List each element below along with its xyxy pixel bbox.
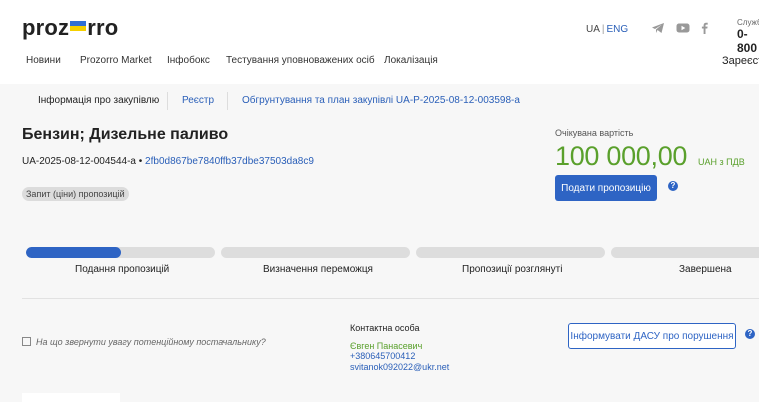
tender-title: Бензин; Дизельне паливо — [22, 126, 229, 143]
tender-id: UA-2025-08-12-004544-a — [22, 156, 136, 167]
contact-name: Євген Панасевич — [350, 341, 423, 351]
id-bullet: • — [138, 156, 143, 167]
tender-hash-link[interactable]: 2fb0d867be7840ffb37dbe37503da8c9 — [145, 156, 314, 167]
step-label-submission: Подання пропозицій — [75, 264, 170, 275]
expected-value-unit: UAH з ПДВ — [698, 157, 745, 167]
nav-prozorro-market[interactable]: Prozorro Market — [80, 55, 152, 66]
step-bar-submission — [26, 247, 215, 258]
nav-infobox[interactable]: Інфобокс — [167, 55, 210, 66]
tab-divider — [227, 92, 228, 110]
external-link-icon — [22, 337, 31, 346]
tab-registry[interactable]: Реєстр — [182, 90, 214, 111]
telegram-icon[interactable] — [651, 22, 665, 34]
expected-value: 100 000,00 — [555, 141, 688, 171]
lang-separator: | — [601, 24, 605, 35]
support-phone[interactable]: 0-800 — [737, 27, 759, 55]
supplier-attention-text: На що звернути увагу потенційному постач… — [36, 337, 266, 347]
nav-testing[interactable]: Тестування уповноважених осіб — [226, 55, 375, 66]
logo-text-start: proz — [22, 15, 70, 40]
tab-procurement-info[interactable]: Інформація про закупівлю — [38, 90, 159, 111]
help-icon[interactable]: ? — [745, 329, 755, 339]
contact-phone[interactable]: +380645700412 — [350, 351, 415, 361]
tender-progress-steps: Подання пропозицій Визначення переможця … — [26, 247, 759, 287]
procedure-type-badge: Запит (ціни) пропозицій — [22, 187, 129, 201]
step-fill-submission — [26, 247, 121, 258]
tab-divider — [167, 92, 168, 110]
nav-localization[interactable]: Локалізація — [384, 55, 438, 66]
nav-news[interactable]: Новини — [26, 55, 61, 66]
register-link[interactable]: Зареєст — [722, 55, 759, 67]
content-card — [22, 393, 120, 402]
step-label-completed: Завершена — [679, 264, 732, 275]
youtube-icon[interactable] — [676, 22, 690, 34]
tender-identifier: UA-2025-08-12-004544-a • 2fb0d867be7840f… — [22, 156, 314, 167]
step-label-reviewed: Пропозиції розглянуті — [462, 264, 563, 275]
contact-email[interactable]: svitanok092022@ukr.net — [350, 362, 449, 372]
expected-value-label: Очікувана вартість — [555, 128, 634, 138]
main-nav: Новини Prozorro Market Інфобокс Тестуван… — [0, 55, 759, 69]
step-bar-reviewed — [416, 247, 605, 258]
submit-proposal-button[interactable]: Подати пропозицію — [555, 175, 657, 201]
step-bar-completed — [611, 247, 759, 258]
lang-eng[interactable]: ENG — [607, 24, 629, 35]
section-divider — [22, 298, 759, 299]
logo-text-end: rro — [87, 15, 119, 40]
site-header: proz rro UA|ENG Служб 0-800 Новини Prozo… — [0, 0, 759, 84]
step-label-winner: Визначення переможця — [263, 264, 373, 275]
report-violation-button[interactable]: Інформувати ДАСУ про порушення — [568, 323, 736, 349]
contact-heading: Контактна особа — [350, 323, 420, 333]
flag-icon — [70, 21, 87, 31]
tab-procurement-plan[interactable]: Обгрунтування та план закупівлі UA-P-202… — [242, 90, 520, 111]
supplier-attention-link[interactable]: На що звернути увагу потенційному постач… — [22, 337, 266, 347]
step-bar-winner — [221, 247, 410, 258]
lang-ua[interactable]: UA — [586, 24, 600, 35]
help-icon[interactable]: ? — [668, 181, 678, 191]
prozorro-logo[interactable]: proz rro — [22, 15, 118, 41]
support-service-label: Служб — [737, 18, 759, 27]
facebook-icon[interactable] — [698, 22, 712, 34]
language-switch: UA | ENG — [586, 24, 628, 35]
